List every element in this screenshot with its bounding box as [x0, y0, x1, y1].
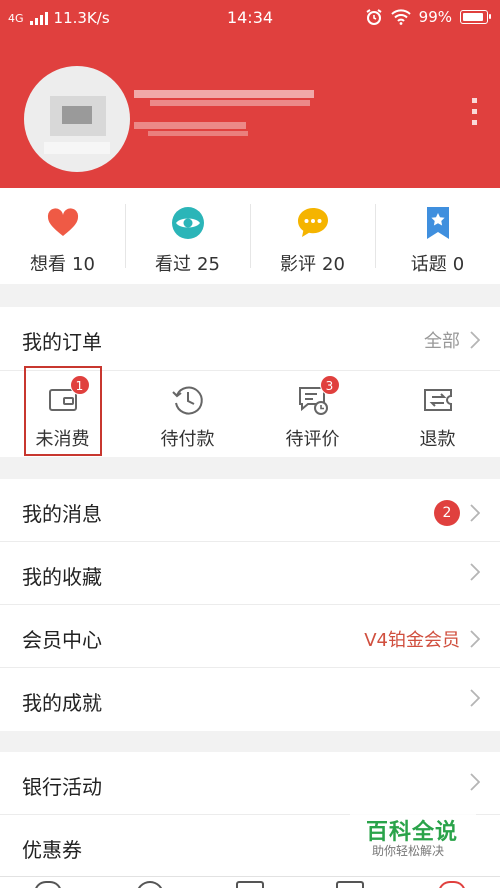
stat-label: 话题 [410, 254, 447, 275]
comment-icon [297, 208, 328, 237]
menu-label: 我的消息 [22, 502, 102, 526]
wifi-icon [390, 9, 411, 25]
order-label: 退款 [419, 429, 456, 450]
orders-section: 我的订单 全部 1 未消费 待付款 3 待评价 退款 [0, 307, 500, 457]
order-unused[interactable]: 1 未消费 [0, 371, 125, 457]
stat-label: 影评 [280, 254, 317, 275]
tab-home-icon[interactable] [34, 881, 62, 888]
avatar[interactable] [24, 66, 130, 172]
messages-badge: 2 [434, 500, 460, 526]
stat-label: 看过 [155, 254, 192, 275]
refund-icon [423, 389, 452, 411]
stat-watched[interactable]: 看过 25 [125, 188, 250, 284]
bottom-tab-bar [0, 876, 500, 888]
order-refund[interactable]: 退款 [375, 371, 500, 457]
tab-mine-icon[interactable] [438, 881, 466, 888]
menu-group-1: 我的消息 2 我的收藏 会员中心 V4铂金会员 我的成就 [0, 479, 500, 731]
unused-badge: 1 [69, 375, 90, 395]
orders-all-link[interactable]: 全部 [424, 327, 460, 353]
chevron-right-icon [470, 504, 480, 522]
tab-cinemas-icon[interactable] [236, 881, 264, 888]
menu-label: 优惠券 [22, 838, 82, 862]
stat-reviews[interactable]: 影评 20 [250, 188, 375, 284]
menu-label: 我的收藏 [22, 565, 102, 589]
status-bar: 4G 11.3K/s 14:34 99% [0, 0, 500, 36]
stats-bar: 想看 10 看过 25 影评 20 话题 0 [0, 188, 500, 284]
menu-member-center[interactable]: 会员中心 V4铂金会员 [0, 605, 500, 668]
chevron-right-icon [470, 689, 480, 707]
order-pending-payment[interactable]: 待付款 [125, 371, 250, 457]
menu-my-messages[interactable]: 我的消息 2 [0, 479, 500, 542]
stat-count: 20 [322, 254, 345, 275]
order-label: 待评价 [285, 429, 340, 450]
menu-label: 银行活动 [22, 775, 102, 799]
menu-my-favorites[interactable]: 我的收藏 [0, 542, 500, 605]
chevron-right-icon [470, 331, 480, 349]
stat-topics[interactable]: 话题 0 [375, 188, 500, 284]
review-badge: 3 [319, 375, 340, 395]
orders-title: 我的订单 [22, 330, 102, 354]
tab-movies-icon[interactable] [136, 881, 164, 888]
header-more-icon[interactable] [472, 98, 478, 126]
stat-count: 10 [72, 254, 95, 275]
menu-label: 我的成就 [22, 691, 102, 715]
member-level: V4铂金会员 [364, 630, 460, 651]
heart-icon [47, 208, 78, 236]
chevron-right-icon [470, 563, 480, 581]
order-label: 未消费 [35, 429, 90, 450]
stat-want-to-see[interactable]: 想看 10 [0, 188, 125, 284]
battery-icon [460, 10, 491, 24]
menu-bank-activities[interactable]: 银行活动 [0, 752, 500, 815]
order-pending-review[interactable]: 3 待评价 [250, 371, 375, 457]
alarm-icon [366, 9, 382, 25]
stat-count: 25 [197, 254, 220, 275]
menu-my-achievements[interactable]: 我的成就 [0, 668, 500, 731]
stat-label: 想看 [30, 254, 67, 275]
profile-screen: 4G 11.3K/s 14:34 99% 想看 10 看过 25 影评 20 话… [0, 0, 500, 888]
watermark-subtitle: 助你轻松解决 [372, 844, 445, 858]
clock-history-icon [171, 386, 203, 415]
profile-header: 4G 11.3K/s 14:34 99% [0, 0, 500, 188]
menu-label: 会员中心 [22, 628, 102, 652]
stat-count: 0 [452, 254, 465, 275]
watermark: 百科全说 助你轻松解决 [350, 808, 476, 864]
eye-icon [171, 207, 204, 239]
bookmark-star-icon [426, 207, 449, 239]
tab-discover-icon[interactable] [336, 881, 364, 888]
orders-header[interactable]: 我的订单 全部 [0, 307, 500, 371]
battery-percent: 99% [418, 8, 452, 26]
order-label: 待付款 [160, 429, 215, 450]
chevron-right-icon [470, 630, 480, 648]
chevron-right-icon [470, 773, 480, 791]
